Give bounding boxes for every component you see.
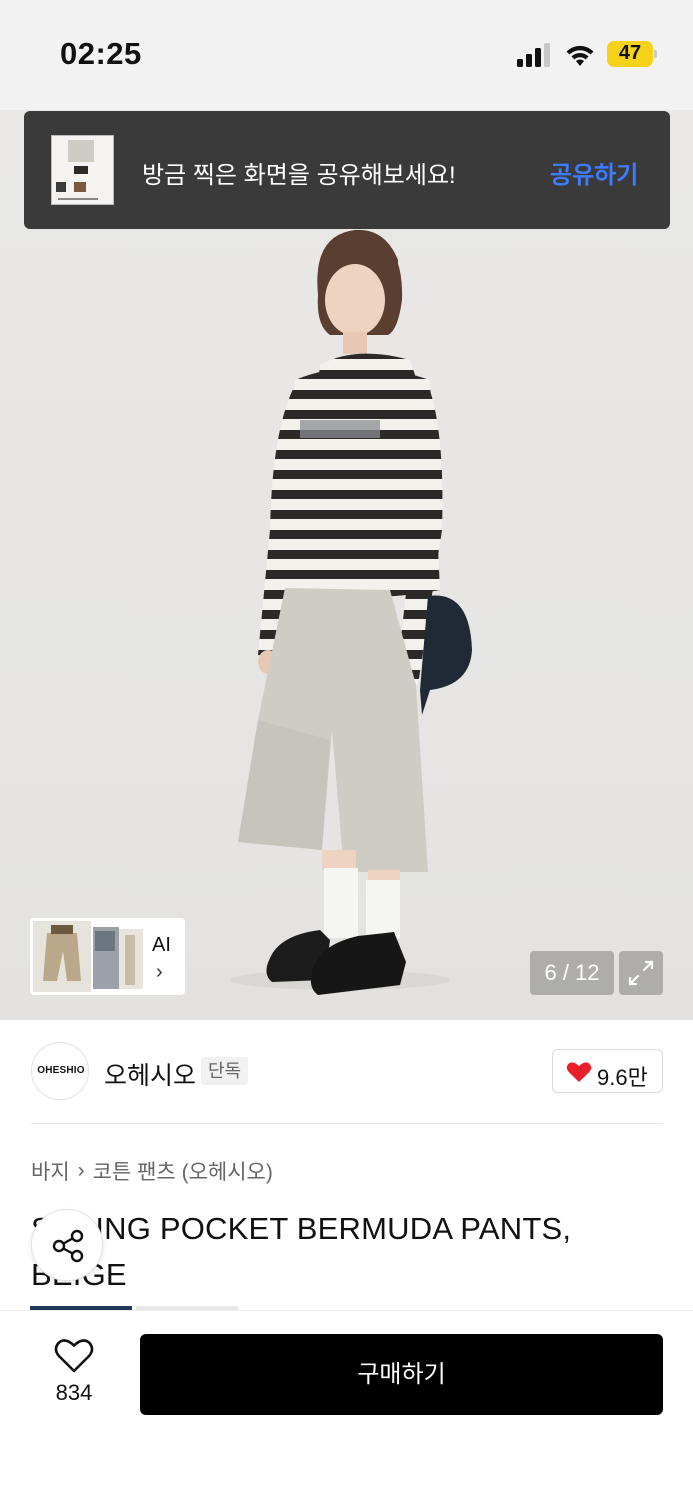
buy-button[interactable]: 구매하기	[140, 1334, 663, 1415]
image-page-counter: 6 / 12	[530, 951, 614, 995]
brand-like-button[interactable]: 9.6만	[552, 1049, 663, 1093]
product-photo	[230, 229, 472, 995]
expand-icon	[628, 960, 654, 986]
brand-name-link[interactable]: 오헤시오	[104, 1056, 196, 1092]
divider	[31, 1123, 663, 1124]
exclusive-badge: 단독	[201, 1057, 249, 1085]
status-time: 02:25	[60, 36, 142, 71]
breadcrumb: 바지 › 코튼 팬츠 (오헤시오)	[31, 1156, 273, 1186]
share-now-button[interactable]: 공유하기	[550, 155, 638, 190]
brand-like-count: 9.6만	[597, 1065, 648, 1090]
product-title: SPRING POCKET BERMUDA PANTS, BEIGE	[31, 1211, 572, 1292]
fullscreen-button[interactable]	[619, 951, 663, 995]
share-icon	[52, 1229, 84, 1263]
heart-filled-icon	[566, 1062, 592, 1082]
breadcrumb-separator-icon: ›	[77, 1159, 85, 1182]
battery-level: 47	[618, 42, 642, 64]
screenshot-thumbnail[interactable]	[51, 135, 114, 205]
wifi-icon	[566, 45, 594, 66]
chevron-right-icon: ›	[156, 961, 163, 983]
ai-label: AI	[152, 934, 171, 956]
heart-outline-icon[interactable]	[54, 1338, 94, 1374]
brand-logo-text: OHESHIO	[37, 1065, 85, 1076]
toast-message: 방금 찍은 화면을 공유해보세요!	[142, 162, 456, 189]
battery-indicator: 47	[607, 41, 657, 67]
product-image-gallery[interactable]	[0, 110, 693, 1020]
share-button[interactable]	[31, 1209, 103, 1281]
cellular-signal-icon	[517, 43, 550, 67]
screenshot-preview-icon	[52, 136, 113, 204]
brand-logo[interactable]: OHESHIO	[31, 1042, 89, 1100]
wishlist-count: 834	[55, 1380, 93, 1405]
breadcrumb-item-category[interactable]: 바지	[31, 1156, 70, 1186]
breadcrumb-item-subcategory[interactable]: 코튼 팬츠 (오헤시오)	[93, 1156, 273, 1186]
status-bar: 02:25 47	[0, 0, 693, 110]
ai-recommendation-thumbnails	[33, 921, 143, 992]
share-toast: 방금 찍은 화면을 공유해보세요! 공유하기	[24, 111, 670, 229]
